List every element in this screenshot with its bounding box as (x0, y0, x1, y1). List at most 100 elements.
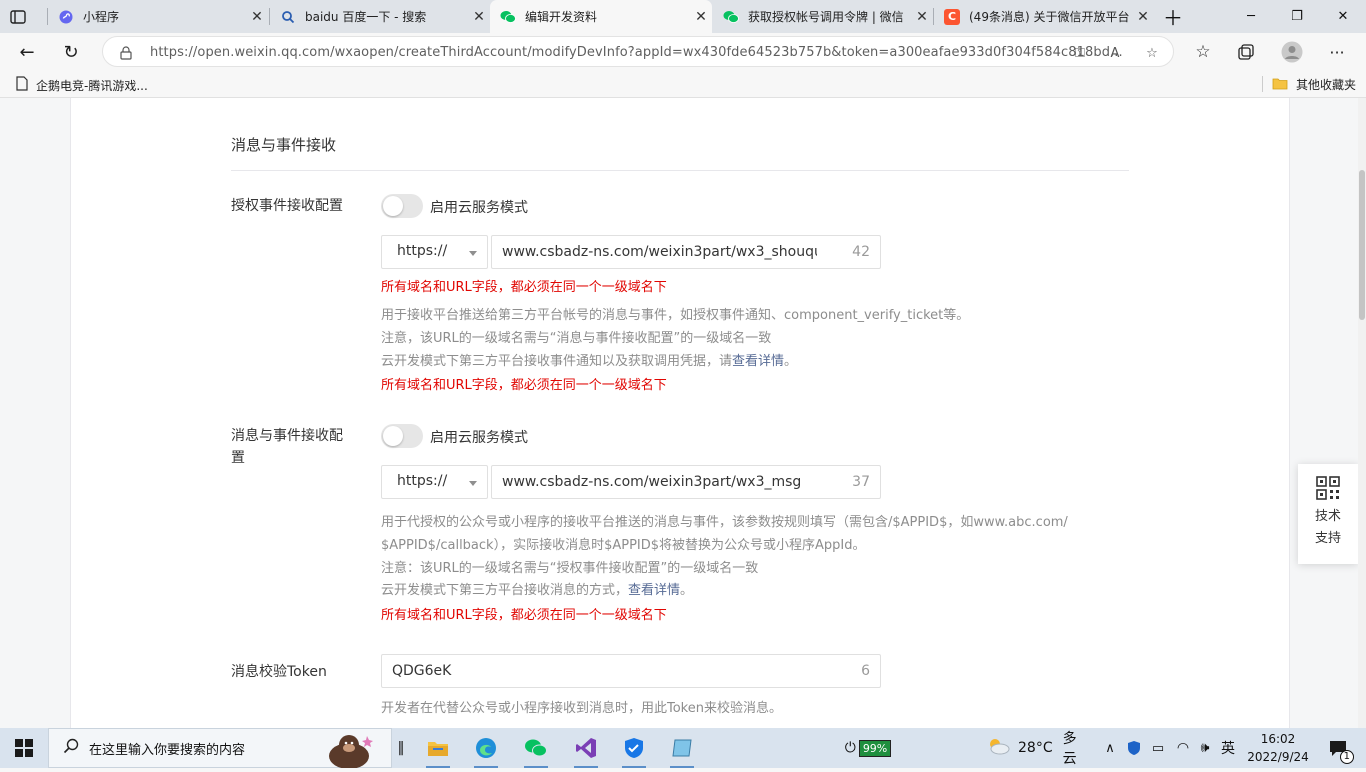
other-favorites-folder[interactable]: 其他收藏夹 (1272, 76, 1356, 93)
close-tab-icon[interactable]: ✕ (690, 9, 712, 25)
ime-indicator[interactable]: 英 (1216, 728, 1240, 768)
token-label: 消息校验Token (231, 664, 327, 680)
tab-title: baidu 百度一下 - 搜索 (305, 10, 427, 24)
token-input[interactable]: QDG6eK 6 (381, 654, 881, 688)
domain-warning: 所有域名和URL字段，都必须在同一个一级域名下 (381, 378, 667, 393)
auth-protocol-select[interactable]: https:// (381, 235, 488, 269)
chevron-down-icon (469, 481, 477, 486)
settings-card: 消息与事件接收 授权事件接收配置 启用云服务模式 https:// www.cs… (70, 98, 1290, 728)
clock-date: 2022/9/24 (1247, 750, 1309, 764)
protocol-value: https:// (397, 473, 448, 489)
weather-temp: 28°C (1018, 740, 1053, 756)
tech-support-button[interactable]: 技术 支持 (1298, 464, 1358, 564)
tab-actions-icon (10, 9, 26, 25)
weather-desc: 多云 (1062, 731, 1077, 767)
qr-code-icon (1298, 476, 1358, 500)
tab-baidu[interactable]: baidu 百度一下 - 搜索 ✕ (270, 0, 490, 33)
start-button[interactable] (0, 728, 48, 768)
security-shield-icon[interactable] (614, 728, 654, 768)
url-text[interactable]: https://open.weixin.qq.com/wxaopen/creat… (150, 45, 1123, 60)
refresh-button[interactable]: ↻ (56, 37, 86, 67)
browser-tab-strip: 小程序 ✕ baidu 百度一下 - 搜索 ✕ 编辑开发资料 ✕ 获取授权帐号调… (0, 0, 1366, 33)
battery-tray-icon[interactable]: ▭ (1148, 728, 1168, 768)
wechat-taskbar-icon[interactable] (516, 728, 556, 768)
plug-icon: ⏻ (844, 740, 856, 756)
more-menu-button[interactable]: ··· (1322, 37, 1352, 67)
view-details-link[interactable]: 查看详情 (628, 583, 680, 598)
domain-warning: 所有域名和URL字段，都必须在同一个一级域名下 (381, 280, 667, 295)
wechat-icon (500, 9, 516, 25)
windows-taskbar: 在这里输入你要搜索的内容 ‖ ⏻ 99% 28°C 多云 ∧ ▭ ◠ 🕪 英 1… (0, 728, 1366, 769)
file-explorer-icon[interactable] (418, 728, 458, 768)
notification-center-button[interactable]: 1 (1318, 728, 1358, 768)
folder-label: 其他收藏夹 (1296, 78, 1357, 92)
tab-miniprogram[interactable]: 小程序 ✕ (48, 0, 268, 33)
page-scrollbar[interactable] (1358, 98, 1366, 728)
page-icon (16, 76, 28, 94)
add-favorite-icon[interactable]: ☆ (1143, 44, 1161, 62)
address-bar[interactable]: https://open.weixin.qq.com/wxaopen/creat… (102, 36, 1174, 67)
battery-percent: 99% (858, 739, 892, 757)
view-details-link[interactable]: 查看详情 (732, 354, 784, 369)
notepad-app-icon[interactable] (662, 728, 702, 768)
msg-tip-3: 注意：该URL的一级域名需与“授权事件接收配置”的一级域名一致 (381, 561, 759, 576)
close-tab-icon[interactable]: ✕ (911, 9, 933, 25)
folder-icon (1272, 77, 1288, 93)
task-view-icon[interactable]: ‖ (392, 728, 410, 768)
chevron-up-icon[interactable]: ∧ (1100, 728, 1120, 768)
msg-protocol-select[interactable]: https:// (381, 465, 488, 499)
char-count: 37 (852, 474, 870, 490)
volume-icon[interactable]: 🕪 (1194, 728, 1216, 768)
read-aloud-icon[interactable]: A (1106, 44, 1124, 62)
visual-studio-icon[interactable] (566, 728, 606, 768)
auth-tip-1: 用于接收平台推送给第三方平台帐号的消息与事件，如授权事件通知、component… (381, 308, 970, 323)
tab-title: (49条消息) 关于微信开放平台 (969, 10, 1130, 24)
close-window-button[interactable]: ✕ (1320, 0, 1366, 33)
wifi-icon[interactable]: ◠ (1172, 728, 1194, 768)
bookmark-label: 企鹅电竞-腾讯游戏... (36, 78, 148, 93)
auth-cloud-mode-toggle[interactable] (381, 194, 423, 218)
auth-url-input[interactable]: www.csbadz-ns.com/weixin3part/wx3_shouqu… (491, 235, 881, 269)
profile-avatar[interactable] (1277, 37, 1307, 67)
lock-icon[interactable] (117, 44, 135, 62)
token-tip: 开发者在代替公众号或小程序接收到消息时，用此Token来校验消息。 (381, 701, 782, 716)
tab-get-token[interactable]: 获取授权帐号调用令牌 | 微信 ✕ (713, 0, 933, 33)
clock[interactable]: 16:02 2022/9/24 (1240, 728, 1316, 768)
msg-url-value: www.csbadz-ns.com/weixin3part/wx3_msg (502, 474, 802, 490)
new-tab-button[interactable]: ＋ (1150, 0, 1196, 33)
bookmark-item[interactable]: 企鹅电竞-腾讯游戏... (16, 76, 148, 94)
msg-url-input[interactable]: www.csbadz-ns.com/weixin3part/wx3_msg 37 (491, 465, 881, 499)
edge-icon[interactable] (466, 728, 506, 768)
token-value: QDG6eK (392, 663, 452, 679)
tab-edit-dev-info[interactable]: 编辑开发资料 ✕ (490, 0, 712, 33)
battery-indicator[interactable]: ⏻ 99% (836, 728, 900, 768)
back-button[interactable]: ← (12, 37, 42, 67)
tab-title: 小程序 (83, 10, 120, 24)
auth-event-label: 授权事件接收配置 (231, 198, 343, 214)
minimize-button[interactable]: ─ (1228, 0, 1274, 33)
gorilla-mascot-icon (321, 732, 377, 772)
collections-button[interactable] (1231, 37, 1261, 67)
protocol-value: https:// (397, 243, 448, 259)
scrollbar-thumb[interactable] (1359, 170, 1365, 320)
msg-event-label: 消息与事件接收配置 (231, 428, 343, 466)
weather-widget[interactable]: 28°C 多云 (986, 728, 1090, 768)
tab-actions-button[interactable] (0, 0, 46, 33)
close-tab-icon[interactable]: ✕ (246, 9, 268, 25)
key-icon[interactable]: ⚿ (1071, 44, 1089, 62)
msg-cloud-mode-label: 启用云服务模式 (430, 430, 528, 446)
defender-shield-icon[interactable] (1124, 728, 1144, 768)
favorites-button[interactable]: ☆ (1188, 37, 1218, 67)
domain-warning: 所有域名和URL字段，都必须在同一个一级域名下 (381, 608, 667, 623)
taskbar-search-box[interactable]: 在这里输入你要搜索的内容 (48, 728, 392, 769)
auth-tip-2: 注意，该URL的一级域名需与“消息与事件接收配置”的一级域名一致 (381, 331, 772, 346)
msg-cloud-mode-toggle[interactable] (381, 424, 423, 448)
restore-button[interactable]: ❐ (1274, 0, 1320, 33)
tab-title: 编辑开发资料 (525, 10, 598, 24)
search-icon (63, 738, 79, 758)
page-content: 消息与事件接收 授权事件接收配置 启用云服务模式 https:// www.cs… (0, 98, 1366, 728)
search-icon (280, 9, 296, 25)
close-tab-icon[interactable]: ✕ (468, 9, 490, 25)
search-placeholder: 在这里输入你要搜索的内容 (89, 742, 246, 758)
tab-csdn[interactable]: C (49条消息) 关于微信开放平台 ✕ (934, 0, 1154, 33)
